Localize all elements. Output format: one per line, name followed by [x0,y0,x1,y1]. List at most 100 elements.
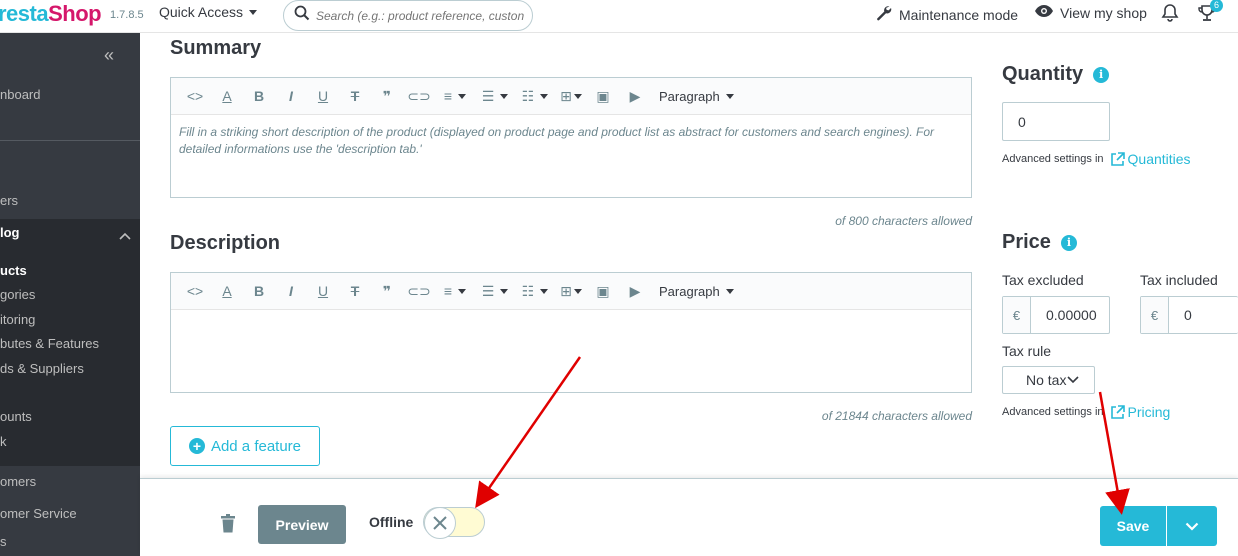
add-feature-button[interactable]: + Add a feature [170,426,320,466]
sidebar-sub-discounts[interactable]: ounts [0,409,32,424]
media-icon[interactable]: ▶ [619,84,651,108]
pricing-link[interactable]: Pricing [1110,404,1171,420]
price-title: Price [1002,231,1051,253]
save-button[interactable]: Save [1100,506,1166,546]
source-code-icon[interactable]: <> [179,279,211,303]
maintenance-label: Maintenance mode [899,6,1019,23]
description-char-count: of 21844 characters allowed [821,409,972,423]
table-icon[interactable]: ⊞ [555,279,587,303]
paragraph-label: Paragraph [659,283,720,299]
tax-excluded-input[interactable] [1031,297,1106,333]
info-icon[interactable]: i [1093,66,1110,83]
quick-access-menu[interactable]: Quick Access [159,4,258,20]
preview-button[interactable]: Preview [258,505,346,544]
chevron-up-icon[interactable] [119,227,131,245]
collapse-sidebar-icon[interactable]: « [104,45,114,66]
align-icon[interactable]: ≡ [435,279,475,303]
sidebar-divider [0,140,140,141]
paragraph-format-select[interactable]: Paragraph [659,89,734,104]
sidebar-item-orders[interactable]: ers [0,193,18,208]
external-link-icon [1110,404,1125,419]
sidebar-sub-monitoring[interactable]: itoring [0,312,35,327]
plus-circle-icon: + [188,438,205,454]
notification-badge: 6 [1210,0,1223,12]
source-code-icon[interactable]: <> [179,84,211,108]
image-icon[interactable]: ▣ [587,84,619,108]
online-toggle[interactable] [423,507,485,539]
advanced-settings-label: Advanced settings in [1002,406,1104,418]
blockquote-icon[interactable]: ❞ [371,84,403,108]
italic-icon[interactable]: I [275,84,307,108]
sidebar-sub-brands-suppliers[interactable]: ds & Suppliers [0,361,84,376]
tax-included-group: € [1140,296,1238,334]
media-icon[interactable]: ▶ [619,279,651,303]
pricing-link-label: Pricing [1127,404,1171,420]
sidebar: « nboard ers log ucts gories itoring but… [0,33,140,556]
sidebar-item-customers[interactable]: omers [0,474,36,489]
top-header: restaShop 1.7.8.5 Quick Access Maintenan… [0,0,1238,33]
advanced-settings-label: Advanced settings in [1002,153,1104,165]
offline-label: Offline [369,514,414,530]
paragraph-format-select[interactable]: Paragraph [659,284,734,299]
strikethrough-icon[interactable]: T [339,84,371,108]
sidebar-sub-attributes-features[interactable]: butes & Features [0,336,99,351]
underline-icon[interactable]: U [307,279,339,303]
quantities-link[interactable]: Quantities [1110,151,1191,167]
text-color-icon[interactable]: A [211,84,243,108]
blockquote-icon[interactable]: ❞ [371,279,403,303]
text-color-icon[interactable]: A [211,279,243,303]
align-icon[interactable]: ≡ [435,84,475,108]
logo-prefix: resta [0,1,49,26]
search-icon [294,5,310,26]
sidebar-sub-categories[interactable]: gories [0,287,35,302]
price-title-row: Price i [1002,231,1077,254]
view-my-shop-link[interactable]: View my shop [1034,4,1147,21]
tax-included-label: Tax included [1140,272,1218,288]
quantity-advanced-settings: Advanced settings in Quantities [1002,151,1191,167]
sidebar-item-catalog[interactable]: log [0,225,20,240]
view-shop-label: View my shop [1060,4,1147,21]
quantity-input[interactable] [1002,102,1110,141]
bullet-list-icon[interactable]: ☰ [475,279,515,303]
chevron-down-icon [1067,376,1080,384]
sidebar-item-stats[interactable]: s [0,534,7,549]
image-icon[interactable]: ▣ [587,279,619,303]
info-icon[interactable]: i [1060,234,1077,251]
trash-icon[interactable] [220,514,236,538]
bullet-list-icon[interactable]: ☰ [475,84,515,108]
sidebar-item-dashboard[interactable]: nboard [0,87,40,102]
currency-symbol: € [1003,297,1031,333]
italic-icon[interactable]: I [275,279,307,303]
bold-icon[interactable]: B [243,84,275,108]
description-editor: <> A B I U T ❞ ⊂⊃ ≡ ☰ ☷ ⊞ ▣ ▶ Paragraph [170,272,972,393]
close-icon [424,507,456,539]
sidebar-sub-stock[interactable]: k [0,434,7,449]
bell-icon[interactable] [1161,3,1179,28]
strikethrough-icon[interactable]: T [339,279,371,303]
search-input[interactable] [316,8,526,23]
link-icon[interactable]: ⊂⊃ [403,279,435,303]
tax-rule-label: Tax rule [1002,343,1052,359]
sidebar-sub-products[interactable]: ucts [0,263,27,278]
underline-icon[interactable]: U [307,84,339,108]
table-icon[interactable]: ⊞ [555,84,587,108]
summary-editor: <> A B I U T ❞ ⊂⊃ ≡ ☰ ☷ ⊞ ▣ ▶ Paragraph … [170,77,972,198]
save-options-dropdown[interactable] [1167,506,1217,546]
prestashop-logo[interactable]: restaShop [0,1,102,27]
quantities-link-label: Quantities [1127,151,1191,167]
eye-icon [1034,4,1054,21]
maintenance-mode-link[interactable]: Maintenance mode [875,4,1018,25]
summary-title: Summary [170,37,262,59]
bold-icon[interactable]: B [243,279,275,303]
tax-included-input[interactable] [1169,297,1237,333]
numbered-list-icon[interactable]: ☷ [515,84,555,108]
tax-rule-select[interactable]: No tax [1002,366,1095,394]
numbered-list-icon[interactable]: ☷ [515,279,555,303]
description-editor-toolbar: <> A B I U T ❞ ⊂⊃ ≡ ☰ ☷ ⊞ ▣ ▶ Paragraph [171,273,971,310]
search-box[interactable] [283,0,533,31]
sidebar-item-customer-service[interactable]: omer Service [0,506,77,521]
summary-char-count: of 800 characters allowed [835,214,972,228]
description-editor-body[interactable] [171,310,971,328]
summary-editor-body[interactable]: Fill in a striking short description of … [171,115,971,167]
link-icon[interactable]: ⊂⊃ [403,84,435,108]
